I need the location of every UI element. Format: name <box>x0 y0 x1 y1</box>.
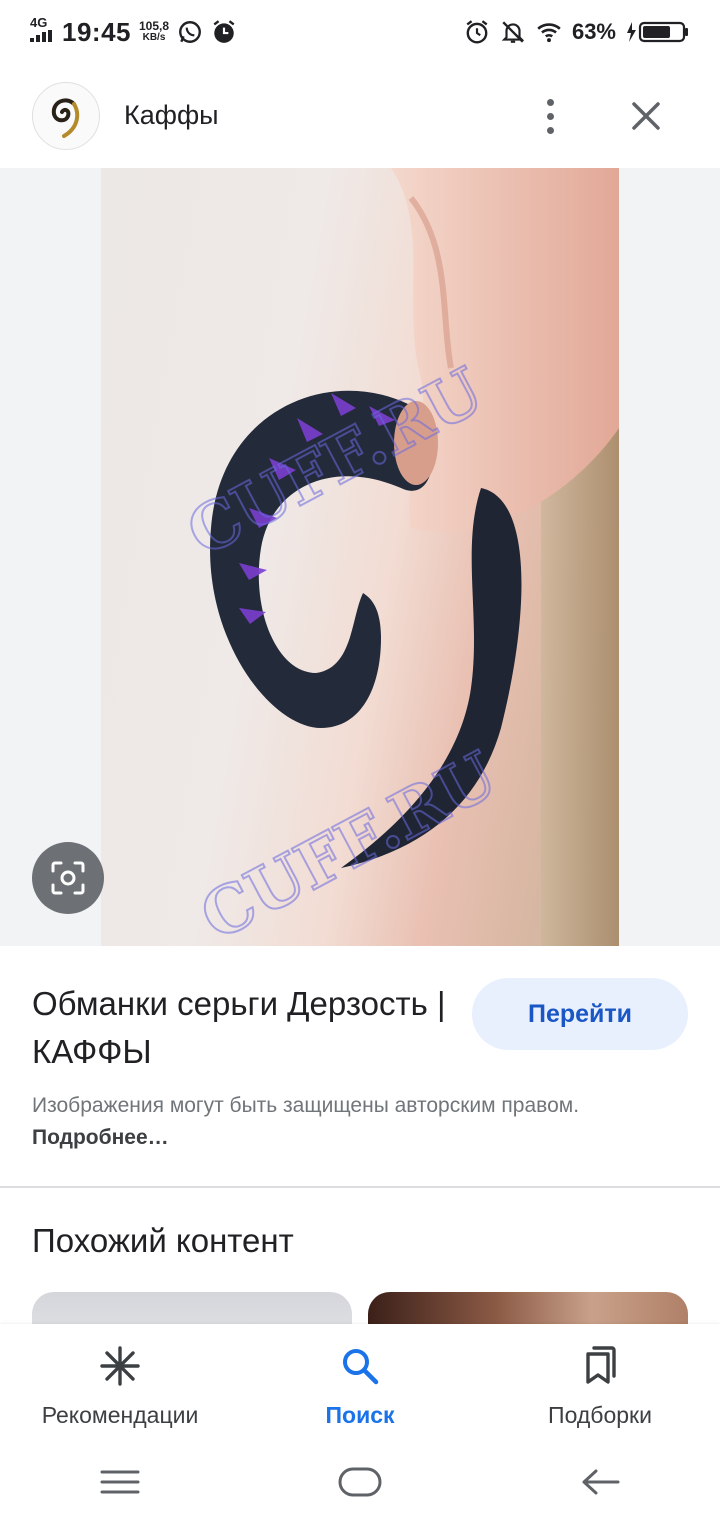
back-button[interactable] <box>570 1462 630 1502</box>
lens-icon <box>51 861 85 895</box>
system-navigation-bar <box>0 1444 720 1520</box>
nav-recommendations[interactable]: Рекомендации <box>0 1324 240 1444</box>
more-options-button[interactable] <box>526 90 574 142</box>
ear-cuff-logo-icon <box>51 98 80 138</box>
battery-charging-icon <box>627 21 688 43</box>
close-button[interactable] <box>622 92 670 140</box>
collections-icon <box>586 1346 616 1384</box>
home-button[interactable] <box>330 1462 390 1502</box>
alarm-icon <box>213 20 235 43</box>
watermark-text: CUFF.RU <box>189 738 509 946</box>
viewer-header: Каффы <box>0 64 720 168</box>
network-type: 4G <box>30 15 48 30</box>
copyright-text: Изображения могут быть защищены авторски… <box>32 1094 580 1117</box>
ear-cuff-photo: CUFF.RU CUFF.RU <box>174 168 619 946</box>
more-dot-icon <box>546 112 554 120</box>
silent-bell-icon <box>501 21 525 43</box>
divider <box>0 1186 720 1188</box>
whatsapp-icon <box>179 21 201 43</box>
result-title: Обманки серьги Дерзость | КАФФЫ <box>32 985 446 1070</box>
home-pill-icon <box>338 1467 382 1497</box>
recent-apps-button[interactable] <box>90 1462 150 1502</box>
status-bar: 4G 19:45 105,8 KB/s 63% <box>0 0 720 64</box>
page-title: Каффы <box>124 100 219 130</box>
asterisk-icon <box>100 1346 140 1386</box>
nav-label: Подборки <box>548 1402 652 1428</box>
clock: 19:45 <box>62 16 131 47</box>
site-logo[interactable] <box>32 82 100 150</box>
copyright-notice: Изображения могут быть защищены авторски… <box>32 1090 652 1154</box>
network-indicator: 4G <box>30 15 54 47</box>
network-speed: 105,8 KB/s <box>139 20 169 44</box>
nav-label: Рекомендации <box>41 1402 199 1428</box>
google-lens-button[interactable] <box>32 842 104 914</box>
more-dot-icon <box>546 98 554 106</box>
speed-value: 105,8 <box>139 19 170 33</box>
bottom-navigation: Рекомендации Поиск Подборки <box>0 1324 720 1444</box>
back-arrow-icon <box>582 1469 620 1495</box>
nav-label: Поиск <box>325 1402 395 1428</box>
result-image[interactable]: CUFF.RU CUFF.RU <box>101 168 619 946</box>
nav-collections[interactable]: Подборки <box>480 1324 720 1444</box>
similar-content-heading: Похожий контент <box>32 1222 294 1259</box>
search-icon <box>343 1349 379 1385</box>
signal-icon <box>30 30 52 42</box>
image-preview-area: CUFF.RU CUFF.RU <box>0 168 720 946</box>
nav-search[interactable]: Поиск <box>240 1324 480 1444</box>
goto-button[interactable]: Перейти <box>472 978 688 1050</box>
wifi-icon <box>537 23 561 43</box>
speed-unit: KB/s <box>142 32 166 43</box>
menu-icon <box>100 1470 140 1494</box>
more-dot-icon <box>546 126 554 134</box>
learn-more-link[interactable]: Подробнее… <box>32 1126 169 1149</box>
alarm-clock-icon <box>466 20 488 44</box>
battery-percent: 63% <box>571 19 616 44</box>
